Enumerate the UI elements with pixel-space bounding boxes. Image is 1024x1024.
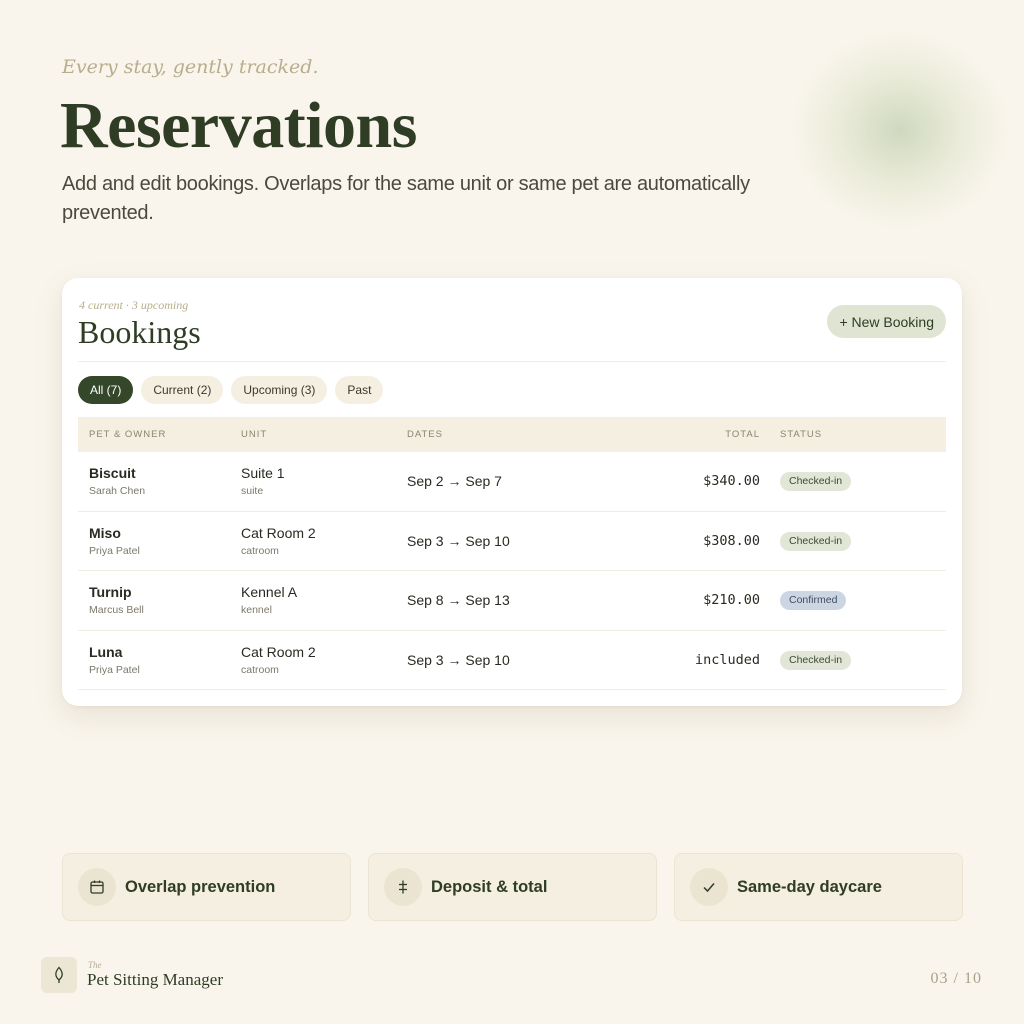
status-cell: Checked-in [760, 471, 946, 492]
unit-type: kennel [241, 604, 272, 617]
total-cell: $340.00 [703, 473, 760, 490]
brand-name: Pet Sitting Manager [87, 970, 223, 989]
owner-name: Sarah Chen [89, 485, 146, 498]
unit-name: Suite 1 [241, 465, 285, 482]
pet-name: Biscuit [89, 465, 136, 482]
table-row[interactable]: Miso Priya Patel Cat Room 2 catroom Sep … [78, 512, 946, 571]
owner-name: Priya Patel [89, 663, 140, 676]
column-header-status[interactable]: STATUS [760, 429, 946, 440]
status-cell: Checked-in [760, 531, 946, 551]
decorative-glow [790, 30, 1010, 230]
page-subtitle: Add and edit bookings. Overlaps for the … [62, 173, 750, 224]
bookings-title: Bookings [78, 314, 201, 350]
calendar-icon [78, 868, 116, 906]
unit-type: catroom [241, 663, 279, 676]
column-header-total[interactable]: TOTAL [667, 429, 760, 440]
column-header-pet-owner[interactable]: PET & OWNER [78, 429, 241, 440]
card-divider [78, 361, 946, 362]
column-header-unit[interactable]: UNIT [241, 429, 407, 440]
leaf-icon [41, 957, 77, 993]
pet-name: Luna [89, 643, 123, 660]
new-booking-button[interactable]: + New Booking [827, 305, 946, 338]
unit-type: suite [241, 485, 264, 498]
owner-name: Priya Patel [89, 544, 140, 557]
total-cell: $308.00 [703, 532, 760, 549]
bookings-card: 4 current · 3 upcoming Bookings + New Bo… [62, 278, 962, 706]
total-cell: $210.00 [703, 592, 760, 609]
unit-name: Cat Room 2 [241, 643, 316, 660]
filter-all[interactable]: All (7) [78, 376, 134, 404]
table-row[interactable]: Turnip Marcus Bell Kennel A kennel Sep 8… [78, 571, 946, 631]
feature-label: Overlap prevention [125, 877, 276, 896]
status-cell: Checked-in [760, 650, 946, 670]
feature-overlap-prevention: Overlap prevention [62, 853, 351, 921]
dollar-icon [384, 868, 422, 906]
table-row[interactable]: Luna Priya Patel Cat Room 2 catroom Sep … [78, 631, 946, 690]
dates-cell: Sep 3 → Sep 10 [407, 532, 510, 549]
feature-same-day-daycare: Same-day daycare [674, 853, 963, 921]
pet-owner-cell: Biscuit Sarah Chen [78, 465, 241, 497]
check-icon [690, 868, 728, 906]
pet-name: Turnip [89, 584, 132, 601]
dates-cell: Sep 3 → Sep 10 [407, 651, 510, 668]
unit-name: Cat Room 2 [241, 524, 316, 541]
feature-deposit-total: Deposit & total [368, 853, 657, 921]
unit-cell: Cat Room 2 catroom [241, 525, 407, 557]
unit-name: Kennel A [241, 584, 298, 601]
feature-label: Same-day daycare [737, 877, 882, 896]
brand-prefix: The [88, 960, 102, 970]
feature-label: Deposit & total [431, 877, 548, 896]
status-badge: Confirmed [780, 591, 847, 611]
filter-current[interactable]: Current (2) [141, 376, 224, 404]
page-number: 03 / 10 [930, 970, 982, 987]
unit-cell: Cat Room 2 catroom [241, 644, 407, 676]
table-header: PET & OWNER UNIT DATES TOTAL STATUS [78, 417, 946, 452]
filter-upcoming[interactable]: Upcoming (3) [231, 376, 328, 404]
total-cell: included [694, 651, 760, 668]
status-badge: Checked-in [780, 650, 852, 670]
owner-name: Marcus Bell [89, 604, 144, 617]
pet-owner-cell: Luna Priya Patel [78, 644, 241, 676]
dates-cell: Sep 2 → Sep 7 [407, 473, 502, 490]
unit-cell: Suite 1 suite [241, 465, 407, 497]
status-cell: Confirmed [760, 590, 946, 611]
pet-owner-cell: Turnip Marcus Bell [78, 584, 241, 616]
pet-owner-cell: Miso Priya Patel [78, 525, 241, 557]
filter-past[interactable]: Past [335, 376, 384, 404]
status-badge: Checked-in [780, 531, 852, 551]
filter-tabs: All (7) Current (2) Upcoming (3) Past [78, 376, 384, 404]
bookings-summary: 4 current · 3 upcoming [79, 298, 189, 312]
unit-type: catroom [241, 544, 279, 557]
table-row[interactable]: Biscuit Sarah Chen Suite 1 suite Sep 2 →… [78, 452, 946, 512]
page-eyebrow: Every stay, gently tracked. [62, 56, 319, 78]
pet-name: Miso [89, 524, 121, 541]
bookings-table: PET & OWNER UNIT DATES TOTAL STATUS Bisc… [78, 417, 946, 690]
page-title: Reservations [60, 89, 417, 162]
dates-cell: Sep 8 → Sep 13 [407, 592, 510, 609]
status-badge: Checked-in [780, 472, 852, 492]
unit-cell: Kennel A kennel [241, 584, 407, 616]
column-header-dates[interactable]: DATES [407, 429, 667, 440]
